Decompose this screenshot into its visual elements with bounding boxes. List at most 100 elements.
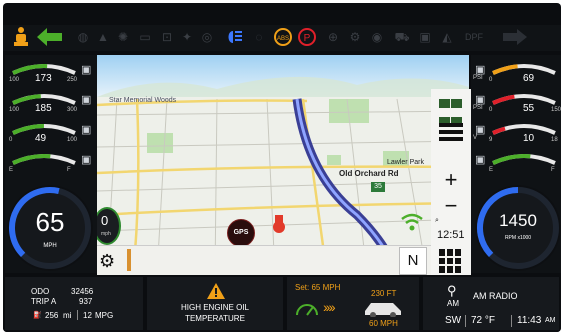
route-shield: 35 — [371, 182, 385, 192]
map-progress-marker — [127, 249, 131, 271]
gauge-value: 55 — [523, 103, 535, 114]
gauge-value: 173 — [35, 73, 52, 84]
speed-value: 65 — [35, 207, 65, 237]
gauge-turbo-boost: 0 69 PSI ▣ — [471, 61, 561, 89]
gauge-fuel: E F ▣ — [5, 151, 95, 179]
dpf-icon: DPF — [465, 32, 483, 42]
cruise-distance: 230 FT — [371, 289, 397, 298]
app-grid-icon[interactable] — [439, 249, 463, 273]
fuel-pump-icon: ⛽ — [33, 312, 42, 319]
light-icon: ✺ — [117, 30, 129, 44]
retarder-icon: ⊡ — [161, 30, 173, 44]
warning-line-1: HIGH ENGINE OIL — [180, 303, 249, 312]
gps-badge: GPS — [227, 219, 255, 247]
clock-ampm: AM — [545, 317, 556, 324]
zoom-in-button[interactable]: + — [431, 169, 471, 191]
bulb-icon: ✦ — [181, 30, 193, 44]
tachometer: 1450 RPM x1000 — [475, 185, 561, 271]
media-divider-2 — [511, 315, 512, 327]
right-gauge-column: 0 69 PSI ▣ 0 55 150 PSI ▣ 9 10 18 V ▣ E F ▣ 1450 RPM x10… — [471, 55, 561, 273]
gear-icon: ⚙ — [349, 30, 361, 44]
bottom-info-bar: ODO 32456 TRIP A 937 ⛽ 256 mi 12 MPG HIG… — [3, 275, 561, 332]
navigation-map[interactable]: Star Memorial Woods Lawler Park Old Orch… — [97, 55, 469, 275]
svg-text:P: P — [304, 33, 311, 44]
seatbelt-icon — [14, 27, 28, 46]
speed-unit: MPH — [43, 243, 57, 249]
def-icon: ▣ — [475, 154, 486, 166]
battery-icon: ▣ — [475, 124, 486, 136]
gauge-arc — [12, 154, 76, 165]
map-tool-column: + − ⌕ 12:51 — [431, 89, 471, 275]
settings-gear-icon[interactable]: ⚙ — [99, 251, 119, 271]
cruise-panel[interactable]: Set: 65 MPH 230 FT ›››› 60 MPH — [287, 277, 419, 330]
gauge-min: 9 — [489, 137, 493, 143]
lead-speed: 60 MPH — [369, 319, 398, 328]
left-gauge-column: 100 173 250 ▣ 100 185 300 ▣ 0 49 100 ▣ E F ▣ 65 MPH — [5, 55, 97, 273]
trip-label: TRIP A — [31, 297, 57, 306]
zoom-out-button[interactable]: − — [431, 195, 471, 217]
gauge-trans-temp: 100 185 300 ▣ — [5, 91, 95, 119]
radio-antenna-icon: ⚲ — [447, 283, 457, 298]
instrument-cluster: ◍ ▲ ✺ ▭ ⊡ ✦ ◎ ◌ ABS P ⊕ ⚙ ◉ ⛟ ▣ ◭ DPF 10… — [0, 0, 564, 335]
adaptive-cruise-icon — [296, 304, 318, 316]
warning-panel: HIGH ENGINE OIL TEMPERATURE — [147, 277, 283, 330]
map-label-road: Old Orchard Rd — [339, 169, 399, 178]
radio-band: SW — [445, 315, 462, 326]
fuel-icon: ▣ — [81, 154, 92, 166]
gauge-max: 150 — [551, 107, 561, 113]
warning-triangle-icon — [207, 283, 225, 299]
poi-menu-icon[interactable] — [439, 95, 463, 126]
trip-panel[interactable]: ODO 32456 TRIP A 937 ⛽ 256 mi 12 MPG — [5, 277, 143, 330]
warning-line-2: TEMPERATURE — [185, 314, 245, 323]
gauge-value: 185 — [35, 103, 52, 114]
layers-icon[interactable] — [439, 123, 463, 147]
map-label-park: Lawler Park — [387, 159, 424, 166]
turbo-boost-icon: ▣ — [475, 64, 486, 76]
lead-vehicle-icon — [365, 303, 401, 317]
wifi-icon[interactable] — [399, 209, 425, 233]
map-clock: 12:51 — [437, 229, 465, 241]
cruise-set-label: Set: 65 MPH — [295, 283, 341, 292]
clock-time: 11:43 — [517, 315, 542, 326]
hazard-icon: ▲ — [97, 30, 109, 44]
gauge-temperature: 100 173 250 ▣ — [5, 61, 95, 89]
compass-button[interactable]: N — [399, 247, 427, 275]
gauge-min: 100 — [9, 107, 20, 113]
gauge-max: 300 — [67, 107, 78, 113]
trip-divider — [77, 310, 78, 320]
media-panel[interactable]: ⚲ AM AM RADIO SW 72 °F 11:43 AM — [423, 277, 559, 330]
gauge-min: E — [9, 167, 14, 173]
temperature-icon: ▣ — [81, 64, 92, 76]
gauge-min: 100 — [9, 77, 20, 83]
trailer-icon: ▭ — [139, 30, 151, 44]
current-speed-value: 0 — [101, 213, 109, 228]
gauge-battery: 9 10 18 V ▣ — [471, 121, 561, 149]
gauge-max: F — [551, 167, 555, 173]
gauge-max: 18 — [551, 137, 558, 143]
display-frame: ◍ ▲ ✺ ▭ ⊡ ✦ ◎ ◌ ABS P ⊕ ⚙ ◉ ⛟ ▣ ◭ DPF 10… — [3, 3, 561, 332]
search-icon[interactable]: ⌕ — [435, 217, 439, 225]
map-label-woods: Star Memorial Woods — [109, 97, 177, 104]
turn-left-arrow-icon — [37, 28, 62, 46]
steering-icon: ◉ — [371, 30, 383, 44]
car-icon: ⛟ — [394, 30, 410, 44]
gauge-max: 100 — [67, 137, 78, 143]
gauge-min: E — [489, 167, 494, 173]
gauge-value: 10 — [523, 133, 535, 144]
gauge-min: 0 — [489, 77, 493, 83]
odo-label: ODO — [31, 287, 50, 296]
current-speed-unit: mph — [101, 231, 111, 237]
turn-right-arrow-icon — [503, 29, 527, 45]
radio-badge: AM — [447, 299, 459, 308]
trip-value: 937 — [79, 297, 93, 306]
outside-temperature: 72 °F — [471, 315, 496, 326]
range-value: 256 — [45, 311, 59, 320]
abs-icon: ABS — [274, 28, 292, 46]
air-pressure-icon: ▣ — [475, 94, 486, 106]
cruise-icon: ◍ — [77, 30, 89, 44]
telltale-strip: ◍ ▲ ✺ ▭ ⊡ ✦ ◎ ◌ ABS P ⊕ ⚙ ◉ ⛟ ▣ ◭ DPF — [3, 25, 561, 51]
follow-chevrons-icon: ›››› — [323, 299, 336, 315]
rpm-unit: RPM x1000 — [504, 235, 532, 241]
gauge-air-pressure: 0 55 150 PSI ▣ — [471, 91, 561, 119]
economy-value: 12 — [83, 311, 92, 320]
